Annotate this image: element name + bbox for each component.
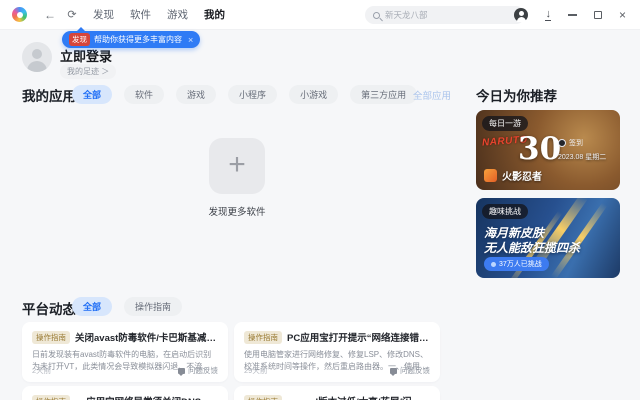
- news-date: 29天前: [244, 366, 268, 375]
- feedback-link[interactable]: 问题反馈: [390, 365, 430, 376]
- news-title: pc应用宝网络异常须关闭DNS拦截: [75, 394, 218, 400]
- platform-news-title: 平台动态: [22, 302, 76, 317]
- feedback-label: 问题反馈: [188, 366, 218, 375]
- download-icon[interactable]: ↓: [545, 9, 551, 21]
- news-title: 关闭avast防毒软件/卡巴斯基减少卡顿现象: [75, 333, 218, 344]
- daily-date-text: 2023.08 星期二: [558, 154, 607, 161]
- my-apps-title: 我的应用: [22, 89, 76, 104]
- filter-miniprogram[interactable]: 小程序: [228, 85, 278, 104]
- sign-in-row: 签到: [558, 138, 583, 148]
- news-title: opengl版本过低/太高/花屏/闪退，升级显卡驱动…: [287, 394, 430, 400]
- tooltip-tag: 发现: [69, 33, 90, 46]
- news-card-head: 操作指南 pc应用宝网络异常须关闭DNS拦截: [32, 394, 218, 400]
- participants-icon: [491, 261, 496, 267]
- add-software-tile[interactable]: +: [209, 138, 265, 194]
- filter-thirdparty[interactable]: 第三方应用: [350, 85, 418, 104]
- search-box[interactable]: [365, 6, 525, 24]
- game-app-icon: [484, 169, 497, 182]
- filter-all[interactable]: 全部: [72, 85, 113, 104]
- app-logo-icon[interactable]: [12, 7, 27, 22]
- refresh-button[interactable]: ⟳: [63, 8, 81, 21]
- sign-in-icon: [558, 139, 566, 147]
- news-date: 2天前: [32, 366, 52, 375]
- news-tag: 操作指南: [32, 330, 70, 344]
- sign-in-label: 签到: [569, 140, 583, 147]
- news-title: PC应用宝打开提示“网络连接错误”: [287, 333, 430, 344]
- topbar: ← ⟳ 发现 软件 游戏 我的 ↓ ×: [0, 0, 640, 30]
- news-tag: 操作指南: [244, 394, 282, 400]
- news-footer: 2天前 问题反馈: [32, 365, 218, 376]
- challenge-stat-text: 37万人已挑战: [499, 261, 542, 268]
- game-name: 火影忍者: [502, 172, 542, 183]
- all-apps-link[interactable]: 全部应用: [413, 88, 451, 102]
- feedback-icon: [178, 367, 185, 376]
- feedback-icon: [390, 367, 397, 376]
- filter-software[interactable]: 软件: [124, 85, 165, 104]
- main-tabs: 发现 软件 游戏 我的: [93, 5, 225, 24]
- close-icon[interactable]: ×: [619, 9, 626, 21]
- tooltip-text: 帮助你获得更多丰富内容: [94, 35, 182, 44]
- tab-mine[interactable]: 我的: [204, 5, 225, 24]
- challenge-badge: 趣味挑战: [482, 204, 528, 219]
- filter-games[interactable]: 游戏: [176, 85, 217, 104]
- news-filter-guide[interactable]: 操作指南: [124, 297, 183, 316]
- search-icon: [373, 11, 380, 19]
- challenge-stat-pill: 37万人已挑战: [484, 257, 549, 271]
- my-footprint-button[interactable]: 我的足迹 ＞: [60, 64, 117, 79]
- tab-software[interactable]: 软件: [130, 5, 151, 24]
- news-filters: 全部 操作指南: [72, 297, 183, 316]
- news-card[interactable]: 操作指南 pc应用宝网络异常须关闭DNS拦截: [22, 386, 228, 400]
- daily-game-badge: 每日一游: [482, 116, 528, 131]
- news-card[interactable]: 操作指南 关闭avast防毒软件/卡巴斯基减少卡顿现象 日前发现装有avast防…: [22, 322, 228, 382]
- news-tag: 操作指南: [244, 330, 282, 344]
- daily-date-number: 30: [518, 131, 562, 167]
- news-card-head: 操作指南 opengl版本过低/太高/花屏/闪退，升级显卡驱动…: [244, 394, 430, 400]
- news-footer: 29天前 问题反馈: [244, 365, 430, 376]
- avatar-body: [27, 61, 47, 72]
- news-tag: 操作指南: [32, 394, 70, 400]
- filter-minigames[interactable]: 小游戏: [289, 85, 339, 104]
- news-card[interactable]: 操作指南 opengl版本过低/太高/花屏/闪退，升级显卡驱动…: [234, 386, 440, 400]
- avatar-head: [32, 49, 42, 59]
- add-software-label: 发现更多软件: [208, 207, 266, 218]
- daily-game-card[interactable]: 每日一游 NARUTO 30 签到 2023.08 星期二 火影忍者: [476, 110, 620, 190]
- back-button[interactable]: ←: [41, 8, 59, 22]
- minimize-icon[interactable]: [567, 14, 577, 16]
- tooltip-close-icon[interactable]: ×: [188, 35, 193, 45]
- news-card[interactable]: 操作指南 PC应用宝打开提示“网络连接错误” 使用电脑管家进行网络修复、修复LS…: [234, 322, 440, 382]
- feedback-label: 问题反馈: [400, 366, 430, 375]
- feedback-link[interactable]: 问题反馈: [178, 365, 218, 376]
- window-controls: ↓ ×: [514, 0, 640, 30]
- discover-tooltip: 发现 帮助你获得更多丰富内容 ×: [62, 27, 201, 48]
- news-filter-all[interactable]: 全部: [72, 297, 113, 316]
- tab-games[interactable]: 游戏: [167, 5, 188, 24]
- avatar[interactable]: [22, 42, 52, 72]
- account-icon[interactable]: [514, 8, 529, 22]
- daily-game-row: 火影忍者: [484, 168, 542, 183]
- search-input[interactable]: [385, 10, 505, 20]
- my-apps-filters: 全部 软件 游戏 小程序 小游戏 第三方应用: [72, 85, 418, 104]
- recommend-title: 今日为你推荐: [476, 89, 557, 104]
- tab-discover[interactable]: 发现: [93, 5, 114, 24]
- plus-icon: +: [228, 147, 246, 181]
- challenge-card[interactable]: 趣味挑战 海月新皮肤 无人能敌狂揽四杀 37万人已挑战: [476, 198, 620, 278]
- news-card-head: 操作指南 关闭avast防毒软件/卡巴斯基减少卡顿现象: [32, 330, 218, 344]
- news-card-head: 操作指南 PC应用宝打开提示“网络连接错误”: [244, 330, 430, 344]
- challenge-line2: 无人能敌狂揽四杀: [484, 241, 581, 255]
- maximize-icon[interactable]: [593, 11, 602, 19]
- login-button[interactable]: 立即登录: [60, 46, 112, 65]
